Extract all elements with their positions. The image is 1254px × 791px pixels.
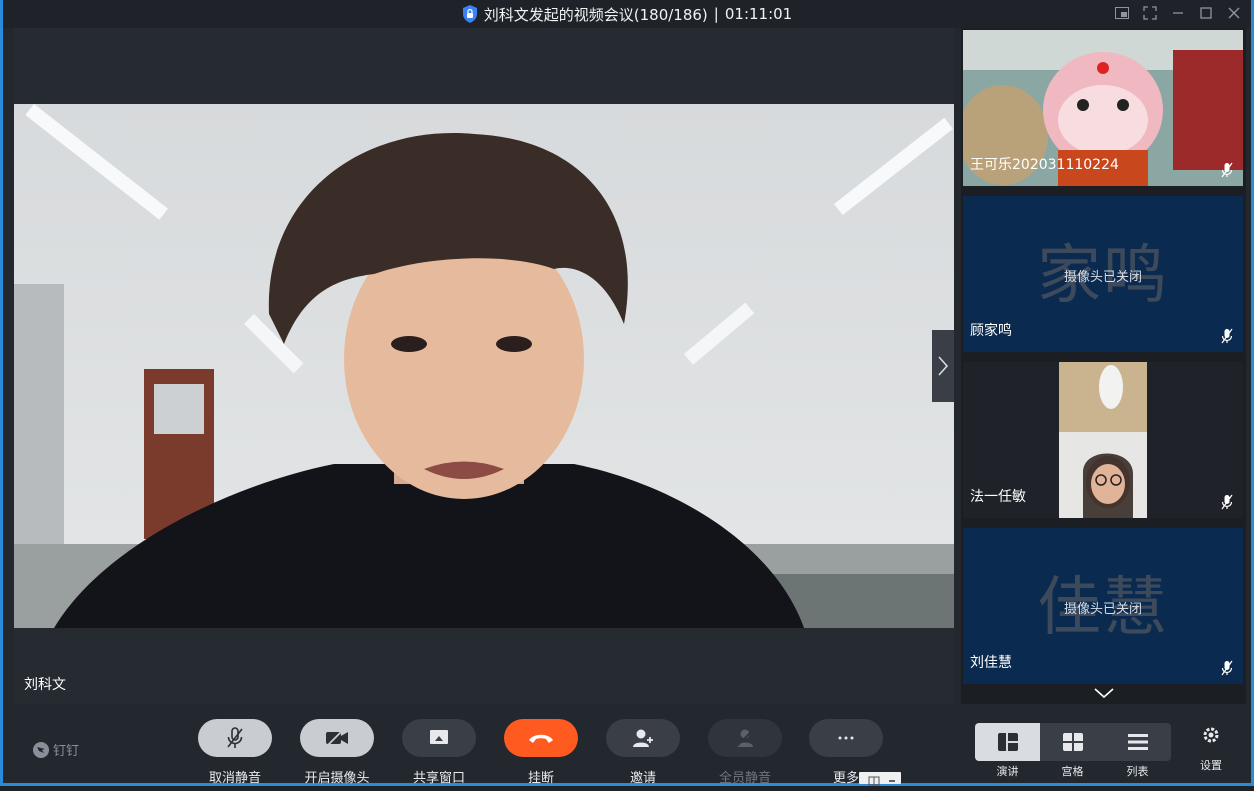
window-title: 刘科文发起的视频会议(180/186) | 01:11:01 (3, 0, 1251, 28)
main-speaker-video[interactable] (14, 104, 954, 628)
meeting-window: 刘科文发起的视频会议(180/186) | 01:11:01 刘科文 王可乐20… (0, 0, 1254, 786)
more-button[interactable] (809, 719, 883, 757)
grid-layout-icon (1062, 733, 1083, 751)
hangup-label: 挂断 (527, 771, 554, 786)
window-controls (1113, 4, 1243, 22)
layout-speaker-button[interactable] (975, 723, 1040, 761)
share-label: 共享窗口 (412, 771, 465, 786)
layout-list-button[interactable] (1105, 723, 1170, 761)
layout-grid-label: 宫格 (1061, 765, 1084, 778)
meeting-title: 刘科文发起的视频会议(180/186) (483, 5, 708, 24)
hangup-button[interactable] (504, 719, 578, 757)
mic-muted-icon (1221, 162, 1233, 178)
participant-tile[interactable]: 佳慧 摄像头已关闭 刘佳慧 (963, 528, 1243, 684)
mic-muted-icon (1221, 660, 1233, 676)
participant-name: 王可乐202031110224 (970, 157, 1119, 173)
title-bar: 刘科文发起的视频会议(180/186) | 01:11:01 (3, 0, 1251, 28)
add-user-icon (633, 729, 653, 747)
speaker-name: 刘科文 (24, 677, 66, 693)
speaker-video-frame (14, 104, 954, 628)
participant-tile[interactable]: 家鸣 摄像头已关闭 顾家鸣 (963, 196, 1243, 352)
minimize-icon[interactable] (1169, 4, 1187, 22)
mute-all-button[interactable] (708, 719, 782, 757)
layout-speaker-label: 演讲 (996, 765, 1019, 778)
next-page-arrow[interactable] (932, 330, 954, 402)
phone-hangup-icon (529, 734, 553, 743)
dingtalk-logo-icon (33, 741, 49, 758)
camera-off-icon (326, 729, 348, 747)
list-layout-icon (1127, 734, 1148, 750)
floating-mini-toolbar[interactable] (859, 772, 901, 786)
speaker-layout-icon (997, 733, 1018, 751)
chevron-right-icon (938, 356, 949, 376)
participant-panel: 王可乐202031110224 家鸣 摄像头已关闭 顾家鸣 法一任敏 佳慧 摄像… (961, 28, 1246, 704)
settings-control[interactable]: 设置 (1191, 726, 1231, 773)
mute-all-icon (736, 729, 754, 747)
mic-muted-icon (227, 727, 243, 748)
camera-control[interactable]: 开启摄像头 (300, 719, 374, 786)
layout-list-label: 列表 (1126, 765, 1149, 778)
mic-muted-icon (1221, 328, 1233, 344)
participant-tile[interactable]: 王可乐202031110224 (963, 30, 1243, 186)
share-screen-icon (430, 730, 448, 744)
chevron-down-icon (1093, 688, 1114, 699)
close-icon[interactable] (1225, 4, 1243, 22)
main-stage: 刘科文 (14, 28, 954, 704)
participant-tile[interactable]: 法一任敏 (963, 362, 1243, 518)
mini-toolbar-icons (868, 776, 895, 786)
participant-name: 法一任敏 (970, 489, 1026, 505)
layout-switcher (975, 723, 1171, 761)
maximize-icon[interactable] (1197, 4, 1215, 22)
share-button[interactable] (402, 719, 476, 757)
brand-logo: 钉钉 (33, 740, 79, 759)
shield-icon (462, 5, 477, 23)
fullscreen-icon[interactable] (1141, 4, 1159, 22)
invite-button[interactable] (606, 719, 680, 757)
mute-all-label: 全员静音 (718, 771, 771, 786)
unmute-control[interactable]: 取消静音 (198, 719, 272, 786)
unmute-label: 取消静音 (208, 771, 261, 786)
picture-in-picture-icon[interactable] (1113, 4, 1131, 22)
participant-name: 顾家鸣 (970, 323, 1012, 339)
brand-name: 钉钉 (53, 744, 80, 759)
camera-off-label: 摄像头已关闭 (1063, 602, 1142, 617)
meeting-timer: 01:11:01 (724, 5, 793, 23)
more-dots-icon (838, 736, 854, 740)
title-separator: | (713, 5, 719, 23)
layout-grid-button[interactable] (1040, 723, 1105, 761)
scroll-down-button[interactable] (961, 684, 1246, 702)
hangup-control[interactable]: 挂断 (504, 719, 578, 786)
camera-on-button[interactable] (300, 719, 374, 757)
settings-label: 设置 (1200, 759, 1222, 772)
participant-name: 刘佳慧 (970, 655, 1012, 671)
mute-all-control[interactable]: 全员静音 (708, 719, 782, 786)
invite-control[interactable]: 邀请 (606, 719, 680, 786)
share-control[interactable]: 共享窗口 (402, 719, 476, 786)
invite-label: 邀请 (629, 771, 656, 786)
unmute-button[interactable] (198, 719, 272, 757)
camera-on-label: 开启摄像头 (304, 771, 370, 786)
camera-off-label: 摄像头已关闭 (1063, 270, 1142, 285)
mic-muted-icon (1221, 494, 1233, 510)
control-bar: 钉钉 取消静音 开启摄像头 共享窗口 挂断 邀请 全员静音 更多 演讲 宫格 列… (3, 704, 1251, 786)
gear-icon[interactable] (1202, 726, 1220, 744)
